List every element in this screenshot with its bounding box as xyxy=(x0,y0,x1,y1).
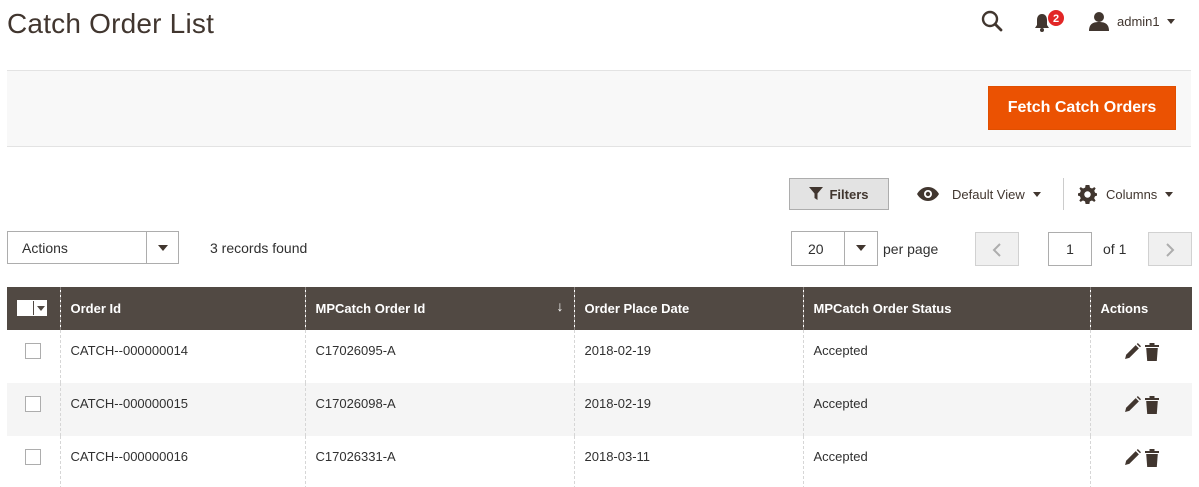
eye-icon xyxy=(917,187,939,201)
grid-header-row: Order Id MPCatch Order Id ↓ Order Place … xyxy=(7,287,1192,330)
chevron-down-icon xyxy=(1166,18,1175,24)
chevron-left-icon xyxy=(992,243,1001,257)
page-total: of 1 xyxy=(1103,241,1127,257)
filters-button[interactable]: Filters xyxy=(789,178,889,210)
columns-dropdown[interactable]: Columns xyxy=(1078,183,1174,205)
edit-icon[interactable] xyxy=(1124,396,1141,416)
chevron-down-icon xyxy=(158,245,168,251)
mass-actions-select[interactable]: Actions xyxy=(7,231,179,264)
order-id-cell: CATCH--000000015 xyxy=(59,383,305,436)
table-row: CATCH--000000014 C17026095-A 2018-02-19 … xyxy=(7,330,1192,383)
chevron-right-icon xyxy=(1166,243,1175,257)
mp-order-id-cell: C17026331-A xyxy=(304,436,574,487)
page-actions-bar: Fetch Catch Orders xyxy=(7,70,1191,147)
row-checkbox[interactable] xyxy=(25,396,41,412)
fetch-catch-orders-button[interactable]: Fetch Catch Orders xyxy=(988,86,1176,130)
per-page-select[interactable]: 20 xyxy=(791,231,878,266)
row-checkbox[interactable] xyxy=(25,449,41,465)
toolbar-divider xyxy=(1063,178,1064,210)
select-arrow xyxy=(844,232,877,265)
notification-badge: 2 xyxy=(1047,9,1065,27)
row-actions-cell xyxy=(1089,383,1192,436)
row-select-cell xyxy=(7,383,60,436)
order-date-cell: 2018-03-11 xyxy=(573,436,803,487)
delete-icon[interactable] xyxy=(1144,396,1159,417)
delete-icon[interactable] xyxy=(1144,343,1159,364)
table-row: CATCH--000000015 C17026098-A 2018-02-19 … xyxy=(7,383,1192,436)
row-select-cell xyxy=(7,330,60,383)
column-header-actions: Actions xyxy=(1089,287,1192,330)
user-menu[interactable]: admin1 xyxy=(1089,10,1175,32)
column-header-order-place-date[interactable]: Order Place Date xyxy=(573,287,803,330)
order-status-cell: Accepted xyxy=(802,330,1090,383)
column-header-label: MPCatch Order Id xyxy=(315,301,426,316)
filter-icon xyxy=(809,187,824,200)
gear-icon xyxy=(1078,184,1097,204)
default-view-label: Default View xyxy=(952,186,1025,202)
order-id-cell: CATCH--000000016 xyxy=(59,436,305,487)
user-icon xyxy=(1089,12,1109,31)
per-page-label: per page xyxy=(883,241,939,257)
order-date-cell: 2018-02-19 xyxy=(573,383,803,436)
column-header-order-status[interactable]: MPCatch Order Status xyxy=(802,287,1090,330)
row-actions-cell xyxy=(1089,330,1192,383)
user-name: admin1 xyxy=(1117,13,1160,29)
page-number-input[interactable] xyxy=(1048,232,1092,266)
chevron-down-icon xyxy=(1165,191,1174,197)
per-page-value: 20 xyxy=(808,241,824,257)
row-select-cell xyxy=(7,436,60,487)
chevron-down-icon xyxy=(1032,191,1041,197)
mp-order-id-cell: C17026098-A xyxy=(304,383,574,436)
mass-actions-label: Actions xyxy=(22,240,68,256)
chevron-down-icon[interactable] xyxy=(33,300,47,315)
default-view-dropdown[interactable]: Default View xyxy=(916,183,1041,205)
order-status-cell: Accepted xyxy=(802,383,1090,436)
edit-icon[interactable] xyxy=(1124,449,1141,469)
table-row: CATCH--000000016 C17026331-A 2018-03-11 … xyxy=(7,436,1192,487)
select-arrow xyxy=(146,232,178,263)
order-date-cell: 2018-02-19 xyxy=(573,330,803,383)
columns-label: Columns xyxy=(1106,186,1158,202)
column-header-mpcatch-order-id[interactable]: MPCatch Order Id ↓ xyxy=(304,287,574,330)
order-id-cell: CATCH--000000014 xyxy=(59,330,305,383)
chevron-down-icon xyxy=(856,245,866,251)
column-header-order-id[interactable]: Order Id xyxy=(59,287,305,330)
mass-select-header[interactable] xyxy=(7,287,60,330)
row-checkbox[interactable] xyxy=(25,343,41,359)
next-page-button[interactable] xyxy=(1148,232,1192,266)
edit-icon[interactable] xyxy=(1124,343,1141,363)
previous-page-button[interactable] xyxy=(975,232,1019,266)
filters-label: Filters xyxy=(829,186,869,202)
mp-order-id-cell: C17026095-A xyxy=(304,330,574,383)
records-found: 3 records found xyxy=(210,240,308,256)
page-title: Catch Order List xyxy=(7,8,215,39)
checkbox[interactable] xyxy=(17,300,33,315)
search-icon[interactable] xyxy=(980,9,1004,33)
orders-grid: Order Id MPCatch Order Id ↓ Order Place … xyxy=(7,287,1192,487)
delete-icon[interactable] xyxy=(1144,449,1159,470)
sort-arrow-icon: ↓ xyxy=(556,298,564,314)
mass-select-checkbox[interactable] xyxy=(17,299,47,316)
order-status-cell: Accepted xyxy=(802,436,1090,487)
row-actions-cell xyxy=(1089,436,1192,487)
